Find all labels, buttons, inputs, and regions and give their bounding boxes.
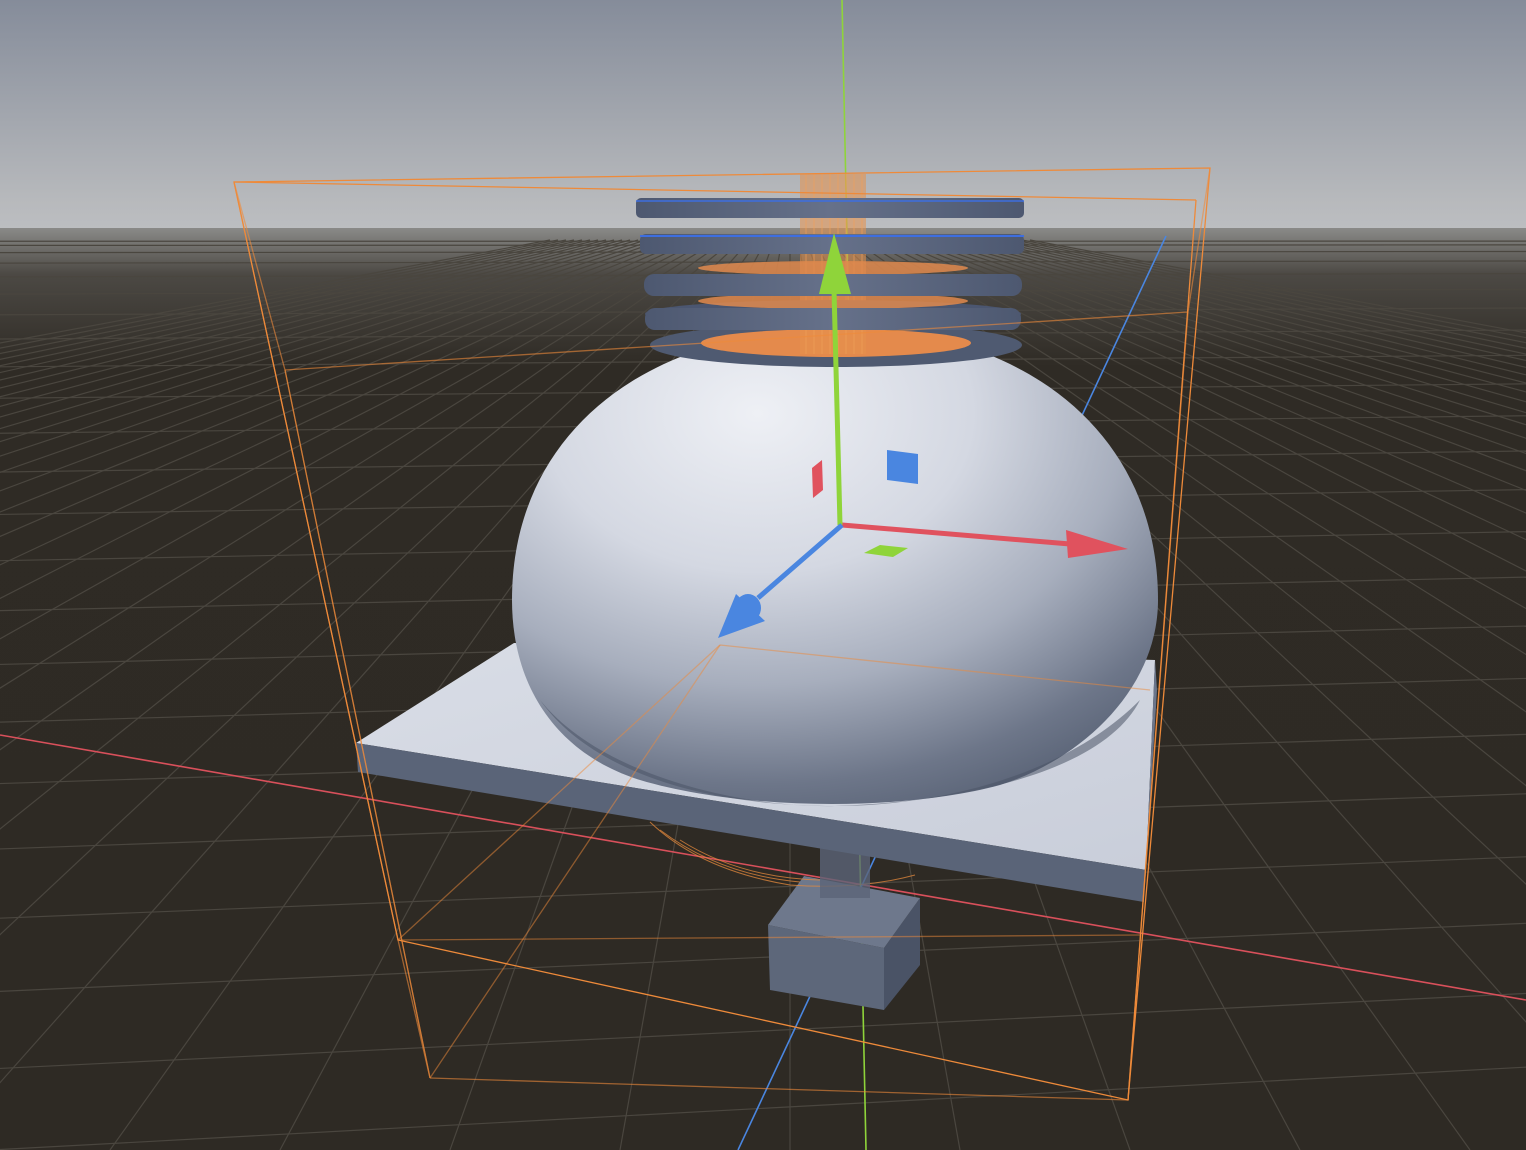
fin-ring-1[interactable] [636, 198, 1024, 218]
gizmo-plane-xy-handle[interactable] [887, 450, 918, 484]
lower-shaft [820, 848, 870, 898]
viewport-3d[interactable] [0, 0, 1526, 1150]
viewport-canvas[interactable] [0, 0, 1526, 1150]
